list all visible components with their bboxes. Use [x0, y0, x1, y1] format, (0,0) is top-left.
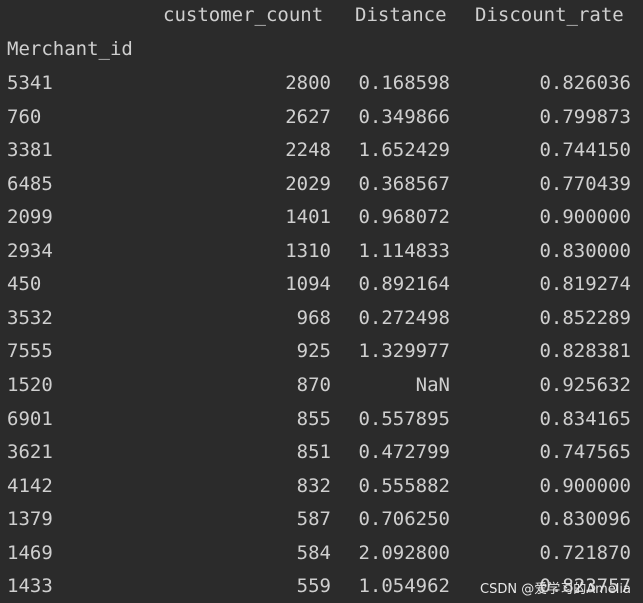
customer-count-cell: 2627	[285, 105, 331, 128]
customer-count-cell: 851	[296, 441, 331, 464]
discount-rate-cell: 0.852289	[539, 306, 631, 329]
csdn-watermark: CSDN @爱学习的Amelia	[480, 582, 631, 597]
dataframe-output: customer_count Distance Discount_rate Me…	[0, 0, 643, 603]
merchant-id-cell: 6901	[7, 407, 53, 430]
merchant-id-cell: 1379	[7, 508, 53, 531]
column-header-distance: Distance	[355, 4, 447, 26]
discount-rate-cell: 0.747565	[539, 441, 631, 464]
table-row: 1520 870 NaN 0.925632	[0, 370, 643, 400]
merchant-id-cell: 6485	[7, 172, 53, 195]
distance-cell: 0.368567	[358, 172, 450, 195]
table-row: 3381 2248 1.652429 0.744150	[0, 135, 643, 165]
merchant-id-cell: 450	[7, 273, 42, 296]
discount-rate-cell: 0.799873	[539, 105, 631, 128]
merchant-id-cell: 1433	[7, 575, 53, 598]
distance-cell: 1.652429	[358, 139, 450, 162]
column-header-discount-rate: Discount_rate	[475, 4, 624, 26]
merchant-id-cell: 7555	[7, 340, 53, 363]
customer-count-cell: 832	[296, 474, 331, 497]
distance-cell: 1.114833	[358, 239, 450, 262]
distance-cell: 0.555882	[358, 474, 450, 497]
table-row: 1379 587 0.706250 0.830096	[0, 504, 643, 534]
discount-rate-cell: 0.721870	[539, 541, 631, 564]
distance-cell: 2.092800	[358, 541, 450, 564]
table-row: 2099 1401 0.968072 0.900000	[0, 202, 643, 232]
distance-cell: NaN	[415, 373, 450, 396]
customer-count-cell: 587	[296, 508, 331, 531]
customer-count-cell: 1094	[285, 273, 331, 296]
table-row: 3621 851 0.472799 0.747565	[0, 437, 643, 467]
table-row: 6901 855 0.557895 0.834165	[0, 404, 643, 434]
discount-rate-cell: 0.900000	[539, 474, 631, 497]
customer-count-cell: 968	[296, 306, 331, 329]
distance-cell: 0.168598	[358, 72, 450, 94]
merchant-id-cell: 4142	[7, 474, 53, 497]
merchant-id-cell: 3532	[7, 306, 53, 329]
customer-count-cell: 925	[296, 340, 331, 363]
distance-cell: 0.557895	[358, 407, 450, 430]
table-row: 1469 584 2.092800 0.721870	[0, 538, 643, 568]
customer-count-cell: 2029	[285, 172, 331, 195]
discount-rate-cell: 0.770439	[539, 172, 631, 195]
merchant-id-cell: 2099	[7, 206, 53, 229]
merchant-id-cell: 2934	[7, 239, 53, 262]
distance-cell: 0.472799	[358, 441, 450, 464]
index-name-row: Merchant_id	[0, 34, 643, 64]
discount-rate-cell: 0.826036	[539, 72, 631, 94]
distance-cell: 0.272498	[358, 306, 450, 329]
merchant-id-cell: 760	[7, 105, 42, 128]
table-row: 6485 2029 0.368567 0.770439	[0, 169, 643, 199]
table-row: 3532 968 0.272498 0.852289	[0, 303, 643, 333]
index-name: Merchant_id	[7, 38, 133, 60]
discount-rate-cell: 0.830000	[539, 239, 631, 262]
customer-count-cell: 855	[296, 407, 331, 430]
column-header-customer-count: customer_count	[163, 4, 324, 26]
table-row: 4142 832 0.555882 0.900000	[0, 471, 643, 501]
merchant-id-cell: 1520	[7, 373, 53, 396]
table-row: 5341 2800 0.168598 0.826036	[0, 68, 643, 98]
discount-rate-cell: 0.900000	[539, 206, 631, 229]
distance-cell: 1.329977	[358, 340, 450, 363]
merchant-id-cell: 3381	[7, 139, 53, 162]
distance-cell: 0.892164	[358, 273, 450, 296]
merchant-id-cell: 3621	[7, 441, 53, 464]
customer-count-cell: 2248	[285, 139, 331, 162]
customer-count-cell: 1310	[285, 239, 331, 262]
customer-count-cell: 870	[296, 373, 331, 396]
customer-count-cell: 1401	[285, 206, 331, 229]
merchant-id-cell: 1469	[7, 541, 53, 564]
table-row: 760 2627 0.349866 0.799873	[0, 102, 643, 132]
discount-rate-cell: 0.834165	[539, 407, 631, 430]
distance-cell: 0.968072	[358, 206, 450, 229]
column-header-row: customer_count Distance Discount_rate	[0, 0, 643, 30]
merchant-id-cell: 5341	[7, 72, 53, 94]
distance-cell: 0.706250	[358, 508, 450, 531]
customer-count-cell: 584	[296, 541, 331, 564]
distance-cell: 0.349866	[358, 105, 450, 128]
customer-count-cell: 2800	[285, 72, 331, 94]
table-row: 7555 925 1.329977 0.828381	[0, 336, 643, 366]
discount-rate-cell: 0.925632	[539, 373, 631, 396]
customer-count-cell: 559	[296, 575, 331, 598]
table-row: 2934 1310 1.114833 0.830000	[0, 236, 643, 266]
discount-rate-cell: 0.830096	[539, 508, 631, 531]
discount-rate-cell: 0.744150	[539, 139, 631, 162]
distance-cell: 1.054962	[358, 575, 450, 598]
table-row: 450 1094 0.892164 0.819274	[0, 269, 643, 299]
discount-rate-cell: 0.819274	[539, 273, 631, 296]
discount-rate-cell: 0.828381	[539, 340, 631, 363]
